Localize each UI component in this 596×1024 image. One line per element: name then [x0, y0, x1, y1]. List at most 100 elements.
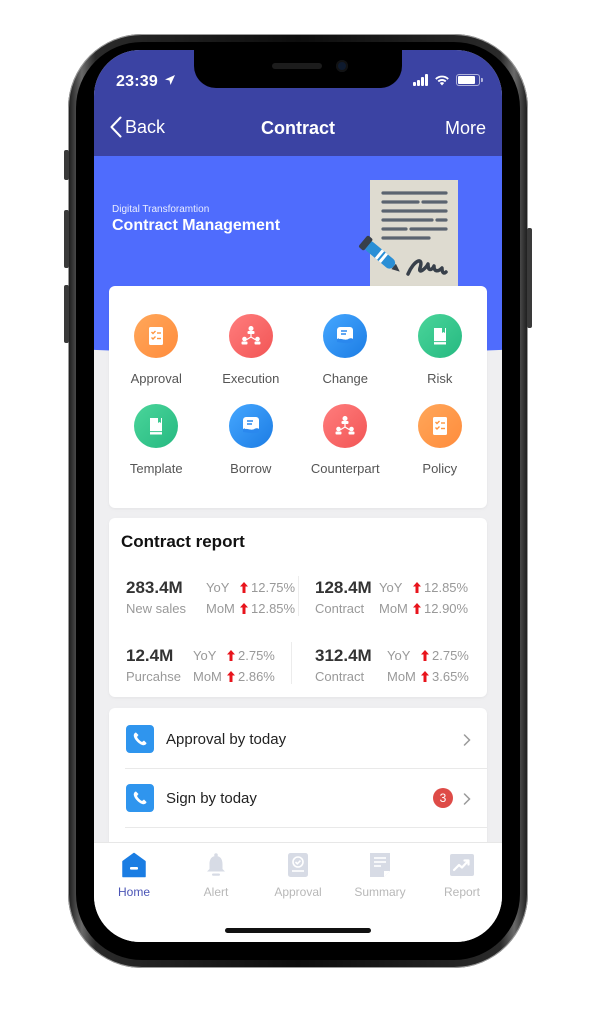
metric-label: New sales: [126, 601, 186, 616]
banner-title: Contract Management: [112, 217, 281, 234]
tab-label: Approval: [274, 885, 322, 899]
todo-item-label: Approval by today: [166, 730, 287, 748]
arrow-up-icon: [227, 671, 238, 682]
metric-yoy-row: YoY 12.75%: [206, 580, 295, 595]
tab-approval[interactable]: Approval: [257, 852, 339, 899]
cellular-signal-icon: [413, 74, 428, 86]
yoy-label: YoY: [379, 580, 403, 595]
quick-action-counterpart[interactable]: Counterpart: [298, 404, 393, 476]
metric-mom-row: MoM 12.90%: [379, 601, 468, 616]
arrow-up-icon: [421, 650, 432, 661]
phone-icon: [126, 725, 154, 753]
banner-subtitle: Digital Transforamtion: [112, 204, 210, 215]
quick-action-borrow[interactable]: Borrow: [204, 404, 299, 476]
volume-down-button: [64, 285, 69, 343]
metric-mom-row: MoM 3.65%: [387, 669, 469, 684]
tab-alert[interactable]: Alert: [175, 852, 257, 899]
yoy-percent: 2.75%: [432, 648, 469, 663]
home-indicator[interactable]: [225, 928, 371, 933]
tab-label: Summary: [354, 885, 406, 899]
metric-yoy-row: YoY 2.75%: [387, 648, 469, 663]
todo-list-item[interactable]: Sign by today 3: [109, 769, 487, 827]
status-indicators: [413, 74, 483, 86]
contract-signing-icon: [358, 180, 458, 288]
trend-chart-icon: [449, 852, 475, 878]
tab-home[interactable]: Home: [94, 852, 175, 899]
quick-action-label: Policy: [422, 461, 458, 476]
checklist-icon: [134, 314, 179, 358]
list-divider: [125, 827, 487, 828]
report-metric: 312.4M Contract YoY 2.75% MoM 3.65%: [315, 646, 495, 690]
quick-action-label: Template: [129, 461, 183, 476]
mom-label: MoM: [193, 669, 222, 684]
volume-up-button: [64, 210, 69, 268]
mom-percent: 2.86%: [238, 669, 275, 684]
report-metric: 128.4M Contract YoY 12.85% MoM 12.90%: [315, 578, 495, 622]
report-title: Contract report: [121, 532, 245, 551]
arrow-up-icon: [240, 603, 251, 614]
quick-action-approval[interactable]: Approval: [109, 314, 204, 386]
yoy-label: YoY: [206, 580, 230, 595]
back-label: Back: [125, 116, 166, 137]
wifi-icon: [435, 75, 449, 86]
power-button: [527, 228, 532, 328]
metric-value: 283.4M: [126, 578, 183, 597]
arrow-up-icon: [227, 650, 238, 661]
tab-label: Report: [443, 885, 481, 899]
org-chart-icon: [323, 404, 368, 448]
home-icon: [121, 852, 147, 878]
bottom-tab-bar: Home Alert Approval Summary Report: [94, 842, 502, 942]
yoy-percent: 12.85%: [424, 580, 469, 595]
metric-label: Contract: [315, 601, 365, 616]
device-notch: [194, 50, 402, 88]
quick-action-execution[interactable]: Execution: [204, 314, 299, 386]
battery-icon: [456, 74, 483, 86]
more-button[interactable]: More: [445, 118, 486, 139]
metric-yoy-row: YoY 12.85%: [379, 580, 468, 595]
quick-action-risk[interactable]: Risk: [393, 314, 488, 386]
metric-value: 12.4M: [126, 646, 174, 665]
metric-mom-row: MoM 2.86%: [193, 669, 275, 684]
arrow-up-icon: [413, 603, 424, 614]
metric-value: 128.4M: [315, 578, 372, 597]
chevron-left-icon: [110, 116, 122, 138]
metric-label: Contract: [315, 669, 365, 684]
mom-label: MoM: [206, 601, 235, 616]
tab-report[interactable]: Report: [421, 852, 502, 899]
quick-action-label: Change: [322, 371, 369, 386]
metric-label: Purcahse: [126, 669, 181, 684]
yoy-percent: 2.75%: [238, 648, 275, 663]
approval-badge-icon: [285, 852, 311, 878]
count-badge: 3: [433, 788, 453, 808]
mom-percent: 3.65%: [432, 669, 469, 684]
back-button[interactable]: Back: [110, 116, 165, 138]
mom-label: MoM: [387, 669, 416, 684]
quick-actions-card: Approval Execution Change Risk Template Borro…: [109, 286, 487, 508]
navigation-header: 23:39 Back Contract More: [94, 50, 502, 156]
yoy-label: YoY: [193, 648, 217, 663]
mom-label: MoM: [379, 601, 408, 616]
arrow-up-icon: [413, 582, 424, 593]
yoy-label: YoY: [387, 648, 411, 663]
tab-label: Home: [117, 885, 150, 899]
earpiece-speaker: [272, 63, 322, 69]
quick-action-template[interactable]: Template: [109, 404, 204, 476]
todo-list-item[interactable]: Approval by today: [109, 710, 487, 768]
quick-action-label: Execution: [222, 371, 280, 386]
chevron-right-icon: [463, 792, 471, 805]
metric-yoy-row: YoY 2.75%: [193, 648, 275, 663]
contract-report-card: Contract report 283.4M New sales YoY 12.75%…: [109, 518, 487, 697]
quick-actions-grid: Approval Execution Change Risk Template Borro…: [109, 314, 487, 476]
book-icon: [134, 404, 179, 448]
yoy-percent: 12.75%: [251, 580, 296, 595]
tab-label: Alert: [203, 885, 229, 899]
quick-action-policy[interactable]: Policy: [393, 404, 488, 476]
metric-value: 312.4M: [315, 646, 372, 665]
hand-document-icon: [228, 404, 273, 448]
location-arrow-icon: [165, 75, 175, 85]
tab-summary[interactable]: Summary: [339, 852, 421, 899]
arrow-up-icon: [240, 582, 251, 593]
app-screen: 23:39 Back Contract More Digital Transfo…: [94, 50, 502, 942]
quick-action-change[interactable]: Change: [298, 314, 393, 386]
mom-percent: 12.90%: [424, 601, 469, 616]
